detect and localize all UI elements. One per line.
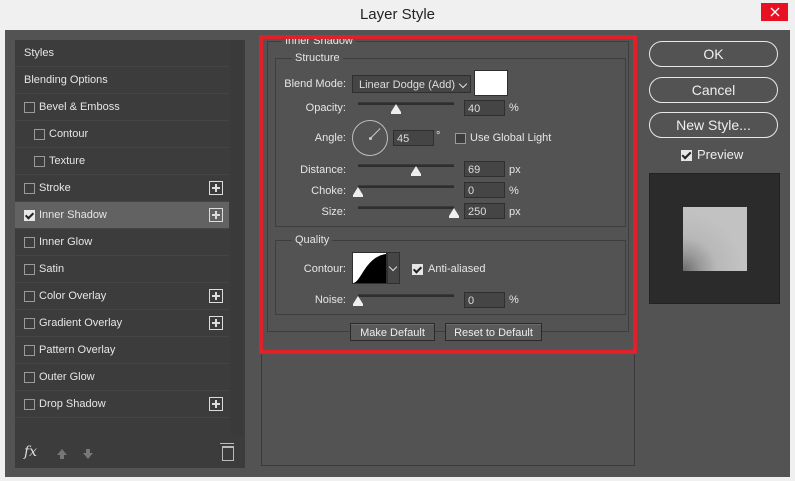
style-checkbox[interactable] [24, 264, 35, 275]
close-icon [770, 7, 779, 17]
style-item-label: Pattern Overlay [39, 344, 116, 356]
style-checkbox[interactable] [24, 210, 35, 221]
style-item-inner-glow[interactable]: Inner Glow [15, 229, 229, 256]
ok-button[interactable]: OK [649, 41, 778, 67]
style-item-label: Texture [49, 155, 86, 167]
styles-list: Styles Blending Options Bevel & Emboss Cont… [15, 40, 229, 418]
style-item-label: Inner Shadow [39, 209, 107, 221]
style-item-styles[interactable]: Styles [15, 40, 229, 67]
style-checkbox[interactable] [24, 237, 35, 248]
arrow-down-icon [83, 453, 93, 459]
style-item-satin[interactable]: Satin [15, 256, 229, 283]
style-item-label: Drop Shadow [39, 398, 106, 410]
style-item-contour[interactable]: Contour [15, 121, 229, 148]
add-style-icon[interactable] [209, 289, 223, 303]
add-style-icon[interactable] [209, 316, 223, 330]
preview-swatch [683, 207, 747, 271]
window-title: Layer Style [359, 6, 436, 23]
style-checkbox[interactable] [24, 102, 35, 113]
style-checkbox[interactable] [24, 345, 35, 356]
style-item-label: Color Overlay [39, 290, 107, 302]
style-item-label: Gradient Overlay [39, 317, 123, 329]
style-item-inner-shadow[interactable]: Inner Shadow [15, 202, 229, 229]
styles-scrollbar[interactable] [231, 40, 243, 435]
style-item-label: Outer Glow [39, 371, 95, 383]
title-bar: Layer Style [0, 0, 795, 30]
style-checkbox[interactable] [24, 183, 35, 194]
style-checkbox[interactable] [34, 129, 45, 140]
cancel-button[interactable]: Cancel [649, 77, 778, 103]
preview-label: Preview [697, 147, 744, 162]
style-checkbox[interactable] [24, 291, 35, 302]
style-item-label: Satin [39, 263, 65, 275]
style-item-texture[interactable]: Texture [15, 148, 229, 175]
dialog-body: Styles Blending Options Bevel & Emboss Cont… [5, 30, 790, 477]
style-item-label: Contour [49, 128, 89, 140]
styles-toolbar: fx [15, 440, 245, 468]
style-checkbox[interactable] [24, 318, 35, 329]
close-button[interactable] [761, 3, 788, 21]
style-checkbox[interactable] [34, 156, 45, 167]
style-item-stroke[interactable]: Stroke [15, 175, 229, 202]
style-item-color-overlay[interactable]: Color Overlay [15, 283, 229, 310]
style-item-outer-glow[interactable]: Outer Glow [15, 364, 229, 391]
style-item-drop-shadow[interactable]: Drop Shadow [15, 391, 229, 418]
style-item-label: Blending Options [24, 74, 108, 86]
preview-thumbnail [649, 173, 780, 304]
style-item-bevel-emboss[interactable]: Bevel & Emboss [15, 94, 229, 121]
fx-button[interactable]: fx [24, 444, 37, 460]
styles-panel: Styles Blending Options Bevel & Emboss Cont… [15, 40, 245, 468]
style-checkbox[interactable] [24, 399, 35, 410]
highlight-box [259, 35, 637, 354]
style-item-gradient-overlay[interactable]: Gradient Overlay [15, 310, 229, 337]
add-style-icon[interactable] [209, 397, 223, 411]
style-item-label: Inner Glow [39, 236, 93, 248]
trash-icon[interactable] [220, 443, 234, 461]
preview-checkbox[interactable] [681, 150, 692, 161]
new-style-button[interactable]: New Style... [649, 112, 778, 138]
add-style-icon[interactable] [209, 208, 223, 222]
style-item-blending-options[interactable]: Blending Options [15, 67, 229, 94]
style-item-label: Styles [24, 47, 54, 59]
style-item-pattern-overlay[interactable]: Pattern Overlay [15, 337, 229, 364]
style-item-label: Stroke [39, 182, 71, 194]
style-checkbox[interactable] [24, 372, 35, 383]
style-item-label: Bevel & Emboss [39, 101, 120, 113]
add-style-icon[interactable] [209, 181, 223, 195]
